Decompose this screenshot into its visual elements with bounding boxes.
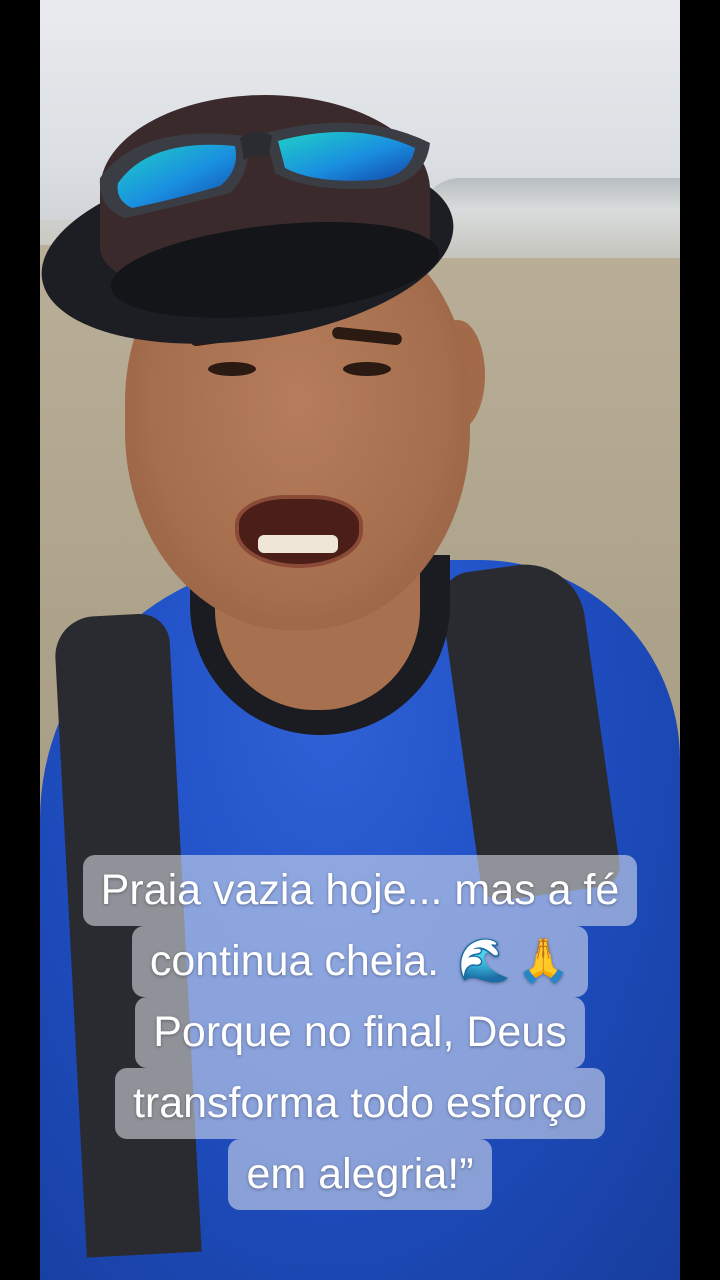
mouth <box>235 495 363 568</box>
caption-overlay: Praia vazia hoje... mas a fé continua ch… <box>40 855 680 1210</box>
letterbox-right <box>680 0 720 1280</box>
caption-line-2: continua cheia. 🌊 🙏 <box>40 926 680 997</box>
letterbox-left <box>0 0 40 1280</box>
caption-line-3: Porque no final, Deus <box>40 997 680 1068</box>
caption-text-3: Porque no final, Deus <box>135 997 585 1068</box>
sea <box>420 178 680 258</box>
caption-text-5: em alegria!” <box>228 1139 492 1210</box>
eye-left <box>208 362 256 376</box>
caption-line-4: transforma todo esforço <box>40 1068 680 1139</box>
caption-text-2: continua cheia. <box>149 937 440 985</box>
caption-line-5: em alegria!” <box>40 1139 680 1210</box>
caption-text-2-wrap: continua cheia. 🌊 🙏 <box>131 926 589 997</box>
caption-line-1: Praia vazia hoje... mas a fé <box>40 855 680 926</box>
video-frame[interactable]: Praia vazia hoje... mas a fé continua ch… <box>0 0 720 1280</box>
teeth <box>258 535 338 553</box>
eye-right <box>343 362 391 376</box>
water-wave-icon: 🌊 <box>457 937 511 985</box>
caption-text-4: transforma todo esforço <box>114 1068 606 1139</box>
caption-text-1: Praia vazia hoje... mas a fé <box>82 855 638 926</box>
sunglasses-icon <box>99 122 430 218</box>
folded-hands-icon: 🙏 <box>516 937 571 985</box>
